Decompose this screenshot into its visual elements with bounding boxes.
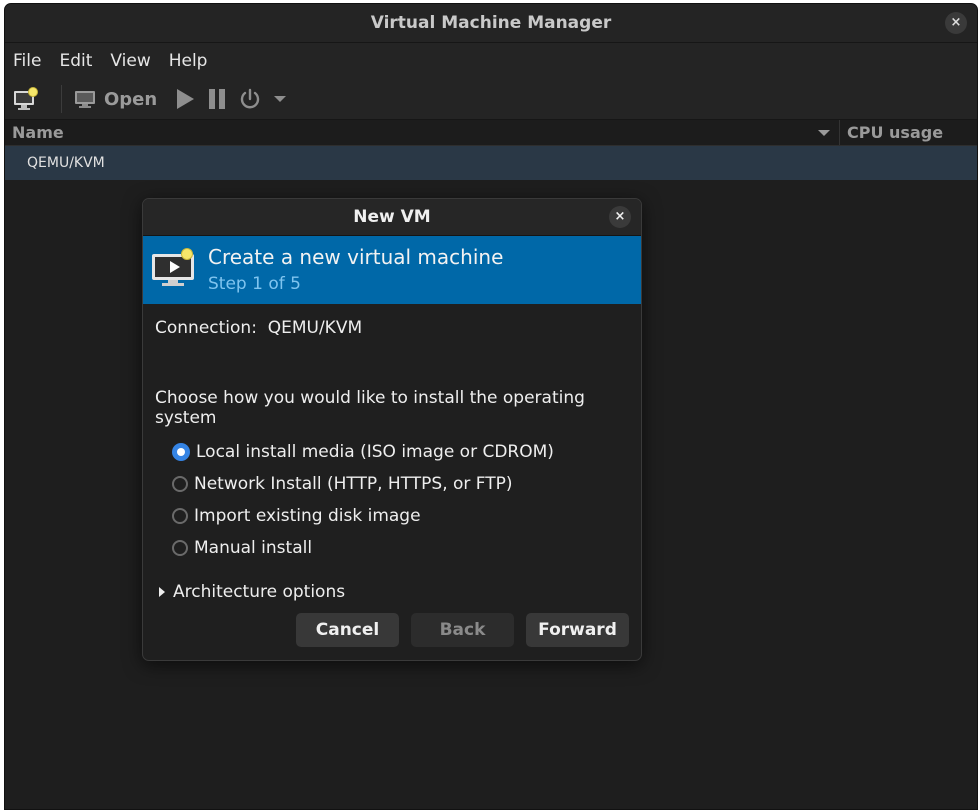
connection-name: QEMU/KVM bbox=[27, 155, 105, 171]
dialog-body: Connection: QEMU/KVM Choose how you woul… bbox=[143, 304, 641, 602]
install-method-group: Local install media (ISO image or CDROM)… bbox=[155, 436, 629, 564]
radio-label: Manual install bbox=[194, 538, 313, 558]
sort-down-icon[interactable] bbox=[817, 126, 831, 140]
expander-arrow-icon bbox=[159, 587, 165, 597]
power-icon[interactable] bbox=[239, 88, 261, 110]
play-icon[interactable] bbox=[175, 88, 195, 110]
connection-label: Connection: QEMU/KVM bbox=[155, 318, 363, 338]
wizard-step: Step 1 of 5 bbox=[208, 274, 301, 294]
radio-manual-install[interactable]: Manual install bbox=[172, 532, 629, 564]
column-cpu-usage[interactable]: CPU usage bbox=[840, 123, 977, 142]
menu-help[interactable]: Help bbox=[169, 51, 216, 71]
menubar: File Edit View Help bbox=[5, 43, 977, 79]
radio-label: Network Install (HTTP, HTTPS, or FTP) bbox=[194, 474, 513, 494]
architecture-expander[interactable]: Architecture options bbox=[155, 582, 629, 602]
menu-file[interactable]: File bbox=[13, 51, 49, 71]
dialog-title: New VM bbox=[353, 207, 431, 227]
radio-import-disk[interactable]: Import existing disk image bbox=[172, 500, 629, 532]
window-title: Virtual Machine Manager bbox=[370, 13, 612, 33]
menu-view[interactable]: View bbox=[110, 51, 158, 71]
new-vm-icon[interactable] bbox=[13, 87, 39, 111]
titlebar: Virtual Machine Manager × bbox=[5, 4, 977, 43]
list-header: Name CPU usage bbox=[5, 120, 977, 146]
dialog-close-button[interactable]: × bbox=[609, 206, 631, 228]
menu-edit[interactable]: Edit bbox=[59, 51, 100, 71]
pause-icon[interactable] bbox=[207, 88, 227, 110]
toolbar: Open bbox=[5, 79, 977, 120]
list-item[interactable]: QEMU/KVM bbox=[5, 146, 977, 180]
monitor-icon[interactable] bbox=[74, 89, 96, 109]
dropdown-icon[interactable] bbox=[273, 94, 287, 104]
expander-label: Architecture options bbox=[173, 582, 346, 602]
dialog-buttons: Cancel Back Forward bbox=[284, 613, 629, 647]
close-button[interactable]: × bbox=[945, 12, 967, 34]
radio-local-media[interactable]: Local install media (ISO image or CDROM) bbox=[172, 436, 629, 468]
radio-label: Import existing disk image bbox=[194, 506, 421, 526]
radio-button[interactable] bbox=[172, 476, 188, 492]
radio-label: Local install media (ISO image or CDROM) bbox=[196, 442, 554, 462]
wizard-heading: Create a new virtual machine bbox=[208, 245, 504, 269]
open-button[interactable]: Open bbox=[104, 89, 157, 110]
radio-button[interactable] bbox=[172, 508, 188, 524]
new-vm-dialog: New VM × Create a new virtual machine St… bbox=[142, 198, 642, 661]
install-question: Choose how you would like to install the… bbox=[155, 388, 585, 428]
radio-network-install[interactable]: Network Install (HTTP, HTTPS, or FTP) bbox=[172, 468, 629, 500]
new-vm-icon bbox=[151, 248, 197, 292]
radio-button[interactable] bbox=[172, 443, 190, 461]
cancel-button[interactable]: Cancel bbox=[296, 613, 399, 647]
back-button[interactable]: Back bbox=[411, 613, 514, 647]
column-name[interactable]: Name bbox=[5, 123, 817, 142]
wizard-banner: Create a new virtual machine Step 1 of 5 bbox=[143, 236, 641, 304]
dialog-titlebar: New VM × bbox=[143, 199, 641, 236]
radio-button[interactable] bbox=[172, 540, 188, 556]
toolbar-separator bbox=[61, 85, 62, 113]
forward-button[interactable]: Forward bbox=[526, 613, 629, 647]
